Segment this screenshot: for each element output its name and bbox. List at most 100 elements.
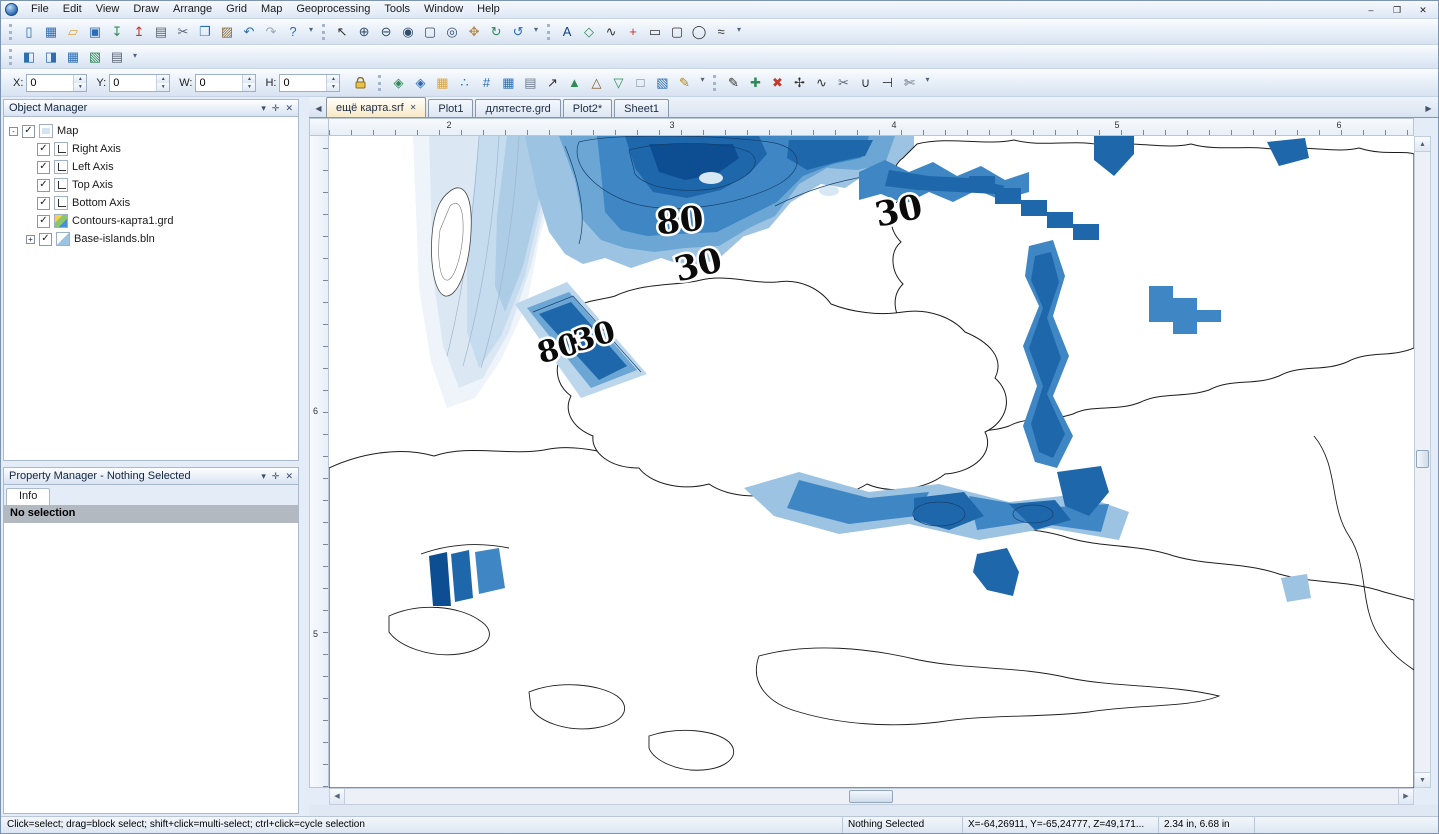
menu-geoprocessing[interactable]: Geoprocessing [289, 2, 377, 17]
panel-close-icon[interactable]: ✕ [285, 471, 293, 482]
script-view-icon[interactable]: ▤ [106, 47, 128, 67]
h-field[interactable] [280, 75, 326, 91]
panel-close-icon[interactable]: ✕ [285, 103, 293, 114]
save-icon[interactable]: ▣ [84, 22, 106, 42]
panel-menu-icon[interactable]: ▾ [261, 471, 266, 482]
new-worksheet-icon[interactable]: ▦ [40, 22, 62, 42]
tree-item-right-axis[interactable]: ✓ Right Axis [4, 140, 298, 158]
maximize-button[interactable]: ❐ [1385, 3, 1409, 17]
tree-item-left-axis[interactable]: ✓ Left Axis [4, 158, 298, 176]
map-canvas[interactable]: 80 30 30 80 30 [329, 136, 1414, 788]
zoom-out-icon[interactable]: ⊖ [375, 22, 397, 42]
visibility-checkbox[interactable]: ✓ [37, 143, 50, 156]
tab-close-icon[interactable]: ✕ [410, 103, 417, 112]
scroll-right-icon[interactable]: ▶ [1398, 789, 1413, 804]
menu-help[interactable]: Help [470, 2, 507, 17]
move-node-icon[interactable]: ✢ [788, 73, 810, 93]
plot-view-icon[interactable]: ▧ [84, 47, 106, 67]
delete-node-icon[interactable]: ✖ [766, 73, 788, 93]
plot-canvas[interactable]: 80 30 30 80 30 [329, 136, 1414, 788]
open-icon[interactable]: ▱ [62, 22, 84, 42]
w-field[interactable] [196, 75, 242, 91]
tree-item-label[interactable]: Base-islands.bln [74, 233, 155, 245]
select-icon[interactable]: ↖ [331, 22, 353, 42]
grid-editor-icon[interactable]: ▧ [651, 73, 673, 93]
visibility-checkbox[interactable]: ✓ [37, 179, 50, 192]
menu-tools[interactable]: Tools [377, 2, 417, 17]
spin-up-icon[interactable]: ▲ [327, 75, 339, 83]
menu-edit[interactable]: Edit [56, 2, 89, 17]
menu-grid[interactable]: Grid [219, 2, 254, 17]
cut-icon[interactable]: ✂ [172, 22, 194, 42]
menu-view[interactable]: View [89, 2, 127, 17]
object-manager-toggle-icon[interactable]: ◧ [18, 47, 40, 67]
horizontal-scrollbar[interactable]: ◀ ▶ [329, 788, 1414, 805]
polygon-icon[interactable]: ◇ [578, 22, 600, 42]
menu-draw[interactable]: Draw [126, 2, 166, 17]
redraw-icon[interactable]: ↻ [485, 22, 507, 42]
menu-map[interactable]: Map [254, 2, 289, 17]
tree-item-contours[interactable]: ✓ Contours-карта1.grd [4, 212, 298, 230]
tree-item-label[interactable]: Left Axis [72, 161, 114, 173]
visibility-checkbox[interactable]: ✓ [37, 161, 50, 174]
menu-window[interactable]: Window [417, 2, 470, 17]
tree-item-top-axis[interactable]: ✓ Top Axis [4, 176, 298, 194]
symbol-icon[interactable]: + [622, 22, 644, 42]
worksheet-grid-icon[interactable]: ▤ [519, 73, 541, 93]
toolbar-overflow-icon[interactable]: ▾ [734, 19, 744, 44]
pan-icon[interactable]: ✥ [463, 22, 485, 42]
previous-view-icon[interactable]: ↺ [507, 22, 529, 42]
break-polyline-icon[interactable]: ✂ [832, 73, 854, 93]
tree-item-label[interactable]: Bottom Axis [72, 197, 130, 209]
spin-down-icon[interactable]: ▼ [327, 83, 339, 91]
property-manager-toggle-icon[interactable]: ◨ [40, 47, 62, 67]
surface-3d-icon[interactable]: ▲ [563, 73, 585, 93]
trim-icon[interactable]: ⊣ [876, 73, 898, 93]
help-pointer-icon[interactable]: ? [282, 22, 304, 42]
print-icon[interactable]: ▤ [150, 22, 172, 42]
toolbar-overflow-icon[interactable]: ▾ [130, 45, 140, 68]
pin-icon[interactable]: ✛ [272, 103, 280, 114]
scroll-down-icon[interactable]: ▼ [1415, 772, 1430, 787]
zoom-full-icon[interactable]: ◎ [441, 22, 463, 42]
tab-document-5[interactable]: Sheet1 [614, 99, 669, 117]
copy-icon[interactable]: ❐ [194, 22, 216, 42]
scroll-left-icon[interactable]: ◀ [330, 789, 345, 804]
reshape-icon[interactable]: ✎ [722, 73, 744, 93]
worksheet-view-icon[interactable]: ▦ [62, 47, 84, 67]
minimize-button[interactable]: – [1359, 3, 1383, 17]
undo-icon[interactable]: ↶ [238, 22, 260, 42]
toolbar-overflow-icon[interactable]: ▾ [531, 19, 541, 44]
tab-scroll-left-icon[interactable]: ◀ [311, 104, 326, 117]
x-field[interactable] [27, 75, 73, 91]
spin-down-icon[interactable]: ▼ [157, 83, 169, 91]
toolbar-overflow-icon[interactable]: ▾ [697, 69, 707, 96]
digitize-icon[interactable]: ↗ [541, 73, 563, 93]
y-field[interactable] [110, 75, 156, 91]
tab-info[interactable]: Info [6, 488, 50, 505]
visibility-checkbox[interactable]: ✓ [37, 215, 50, 228]
ellipse-icon[interactable]: ◯ [688, 22, 710, 42]
spline-polyline-icon[interactable]: ≈ [710, 22, 732, 42]
visibility-checkbox[interactable]: ✓ [39, 233, 52, 246]
empty-grid-icon[interactable]: □ [629, 73, 651, 93]
tab-document-3[interactable]: длятесте.grd [475, 99, 560, 117]
tree-item-label[interactable]: Right Axis [72, 143, 121, 155]
paste-icon[interactable]: ▨ [216, 22, 238, 42]
color-relief-map-icon[interactable]: ▦ [431, 73, 453, 93]
spin-up-icon[interactable]: ▲ [157, 75, 169, 83]
expand-icon[interactable]: + [26, 235, 35, 244]
grid-values-icon[interactable]: # [475, 73, 497, 93]
join-polylines-icon[interactable]: ∪ [854, 73, 876, 93]
visibility-checkbox[interactable]: ✓ [37, 197, 50, 210]
polyline-icon[interactable]: ∿ [600, 22, 622, 42]
spin-down-icon[interactable]: ▼ [243, 83, 255, 91]
rounded-rectangle-icon[interactable]: ▢ [666, 22, 688, 42]
vertical-scroll-track[interactable] [1415, 152, 1430, 772]
grid-info-icon[interactable]: ▦ [497, 73, 519, 93]
snip-icon[interactable]: ✄ [898, 73, 920, 93]
vertical-scroll-thumb[interactable] [1416, 450, 1429, 468]
base-map-icon[interactable]: ◈ [409, 73, 431, 93]
toolbar-overflow-icon[interactable]: ▾ [306, 19, 316, 44]
export-icon[interactable]: ↥ [128, 22, 150, 42]
